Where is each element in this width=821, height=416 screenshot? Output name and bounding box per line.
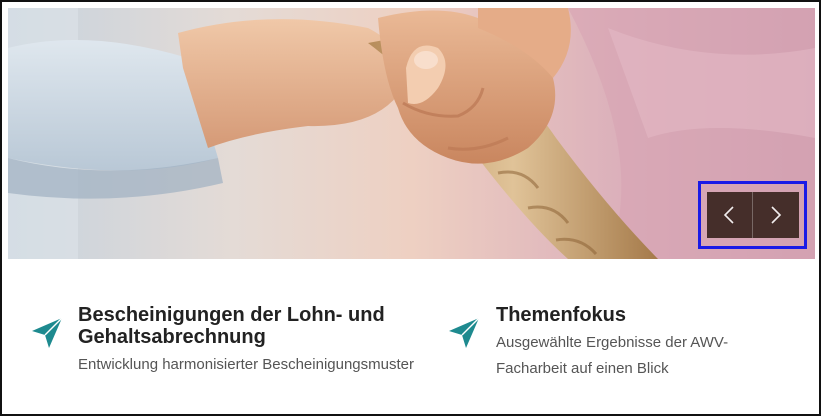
teaser-description: Ausgewählte Ergebnisse der AWV-Facharbei… xyxy=(496,334,729,377)
teaser-title[interactable]: Themenfokus xyxy=(496,304,797,326)
slider-prev-button[interactable] xyxy=(707,192,753,238)
chevron-right-icon xyxy=(771,206,781,224)
teaser-text: Themenfokus Ausgewählte Ergebnisse der A… xyxy=(496,304,797,382)
slider-next-button[interactable] xyxy=(752,192,799,238)
slider-nav xyxy=(706,192,799,238)
slider-controls-highlight xyxy=(698,181,807,249)
paper-plane-icon xyxy=(449,317,480,348)
teaser-title[interactable]: Bescheinigungen der Lohn- und Gehaltsabr… xyxy=(78,304,420,348)
teaser-text: Bescheinigungen der Lohn- und Gehaltsabr… xyxy=(78,304,420,378)
paper-plane-icon xyxy=(32,317,63,348)
hero-slider xyxy=(8,8,815,259)
chevron-left-icon xyxy=(724,206,734,224)
teaser-description: Entwicklung harmonisierter Bescheinigung… xyxy=(78,356,414,373)
hero-image xyxy=(8,8,815,259)
teaser-bescheinigungen[interactable]: Bescheinigungen der Lohn- und Gehaltsabr… xyxy=(30,304,420,378)
teaser-themenfokus[interactable]: Themenfokus Ausgewählte Ergebnisse der A… xyxy=(447,304,797,382)
page-frame: Bescheinigungen der Lohn- und Gehaltsabr… xyxy=(0,0,821,416)
